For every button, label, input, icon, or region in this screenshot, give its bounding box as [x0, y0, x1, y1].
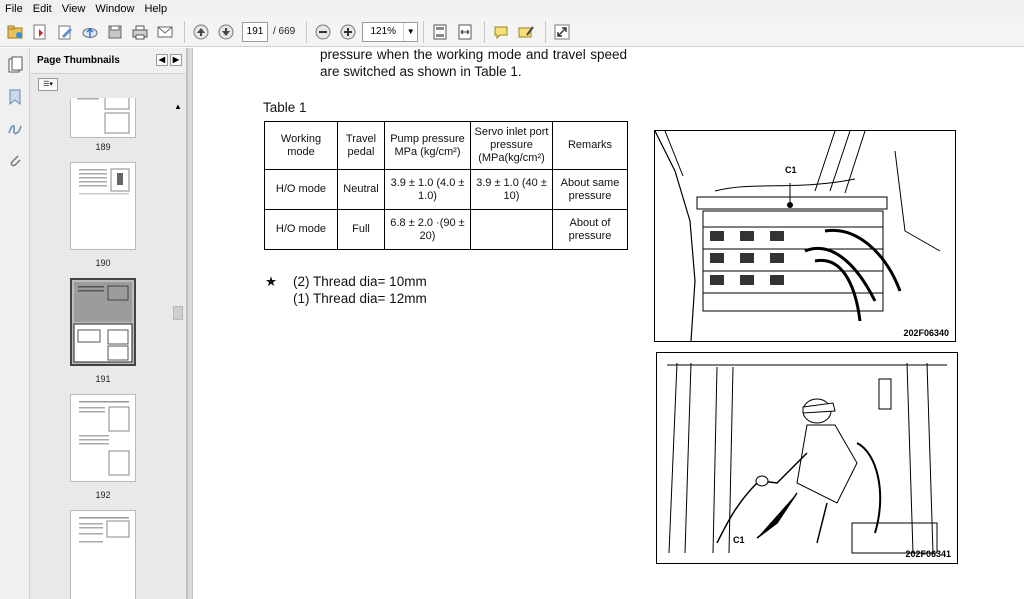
thumbnails-panel: Page Thumbnails ◀ ▶ ☰▾ 189 190 191 192 ▲: [30, 48, 187, 599]
cell-mode: H/O mode: [264, 209, 338, 250]
email-icon[interactable]: [154, 21, 176, 43]
panel-title: Page Thumbnails: [37, 55, 120, 66]
upload-cloud-icon[interactable]: [79, 21, 101, 43]
cell-pump: 6.8 ± 2.0 ·(90 ± 20): [384, 209, 471, 250]
edit-icon[interactable]: [54, 21, 76, 43]
thumbnail-label: 191: [95, 374, 111, 384]
figure-operator-cab: C1 202F06341: [656, 352, 958, 564]
figure1-code: 202F06340: [903, 328, 949, 338]
table-header-row: Working mode Travel pedal Pump pressure …: [264, 121, 628, 170]
comment-icon[interactable]: [490, 21, 512, 43]
thumbnail-options-icon[interactable]: ☰▾: [38, 77, 58, 91]
thumbnail-page-189[interactable]: [70, 98, 136, 138]
cell-remarks: About of pressure: [552, 209, 628, 250]
menu-bar: File Edit View Window Help: [0, 0, 1024, 17]
header-travel-pedal: Travel pedal: [337, 121, 385, 170]
page-total: / 669: [273, 26, 296, 37]
cell-mode: H/O mode: [264, 169, 338, 210]
collapse-panel-icon[interactable]: ◀: [156, 54, 168, 66]
toolbar-separator: [545, 20, 547, 43]
header-remarks: Remarks: [552, 121, 628, 170]
scrollbar-thumb[interactable]: [173, 306, 183, 320]
figure-valve-block: C1 202F06340: [654, 130, 956, 342]
thread-note: ★ (2) Thread dia= 10mm (1) Thread dia= 12…: [265, 273, 427, 307]
cell-pedal: Neutral: [337, 169, 385, 210]
figure2-code: 202F06341: [905, 549, 951, 559]
signatures-icon[interactable]: [6, 120, 24, 138]
zoom-value: 121%: [370, 26, 397, 37]
thumbnail-scrollbar[interactable]: ▲: [171, 98, 185, 599]
toolbar-separator: [484, 20, 486, 43]
open-icon[interactable]: [4, 21, 26, 43]
menu-help[interactable]: Help: [139, 3, 172, 15]
header-servo-pressure: Servo inlet port pressure (MPa(kg/cm²): [470, 121, 553, 170]
chevron-down-icon[interactable]: ▼: [403, 22, 417, 41]
next-page-icon[interactable]: [215, 21, 237, 43]
cell-remarks: About same pressure: [552, 169, 628, 210]
note-line-2: (1) Thread dia= 12mm: [293, 291, 427, 306]
thumbnail-page-192[interactable]: [70, 394, 136, 482]
highlight-icon[interactable]: [515, 21, 537, 43]
panel-header: Page Thumbnails ◀ ▶: [30, 48, 186, 74]
cell-pedal: Full: [337, 209, 385, 250]
thumbnail-page-191[interactable]: [70, 278, 136, 366]
header-pump-pressure: Pump pressure MPa (kg/cm²): [384, 121, 471, 170]
panel-options: ☰▾: [30, 74, 186, 94]
figure1-label: C1: [785, 165, 797, 175]
fit-width-icon[interactable]: [454, 21, 476, 43]
document-view: pressure when the working mode and trave…: [193, 48, 1024, 599]
zoom-select[interactable]: 121% ▼: [362, 21, 419, 42]
star-icon: ★: [265, 274, 278, 289]
toolbar: 191 / 669 121% ▼: [0, 17, 1024, 47]
previous-page-icon[interactable]: [190, 21, 212, 43]
cell-pump: 3.9 ± 1.0 (4.0 ± 1.0): [384, 169, 471, 210]
header-working-mode: Working mode: [264, 121, 338, 170]
fit-page-icon[interactable]: [429, 21, 451, 43]
table-title: Table 1: [263, 100, 307, 115]
thumbnail-list: 189 190 191 192: [30, 98, 171, 599]
toolbar-separator: [306, 20, 308, 43]
toolbar-separator: [184, 20, 185, 43]
thumbnail-page-190[interactable]: [70, 162, 136, 250]
table-row: H/O mode Full 6.8 ± 2.0 ·(90 ± 20) About…: [264, 209, 628, 250]
save-icon[interactable]: [104, 21, 126, 43]
zoom-out-icon[interactable]: [312, 21, 334, 43]
attachments-icon[interactable]: [6, 152, 24, 170]
thumbnail-label: 190: [95, 258, 111, 268]
toolbar-separator: [423, 20, 425, 43]
zoom-in-icon[interactable]: [337, 21, 359, 43]
menu-edit[interactable]: Edit: [28, 3, 57, 15]
table-row: H/O mode Neutral 3.9 ± 1.0 (4.0 ± 1.0) 3…: [264, 169, 628, 210]
bookmark-icon[interactable]: [6, 88, 24, 106]
cell-servo: 3.9 ± 1.0 (40 ± 10): [470, 169, 553, 210]
thumbnail-label: 192: [95, 490, 111, 500]
figure2-label: C1: [733, 535, 745, 545]
pressure-table: Working mode Travel pedal Pump pressure …: [264, 121, 628, 250]
menu-file[interactable]: File: [0, 3, 28, 15]
page-thumbnails-icon[interactable]: [6, 56, 24, 74]
expand-panel-icon[interactable]: ▶: [170, 54, 182, 66]
thumbnail-label: 189: [95, 142, 111, 152]
cell-servo: [470, 209, 553, 250]
page-number-input[interactable]: 191: [242, 21, 268, 42]
print-icon[interactable]: [129, 21, 151, 43]
menu-window[interactable]: Window: [90, 3, 139, 15]
scroll-up-icon[interactable]: ▲: [174, 102, 182, 111]
navigation-rail: [0, 48, 30, 599]
create-pdf-icon[interactable]: [29, 21, 51, 43]
menu-view[interactable]: View: [57, 3, 91, 15]
note-line-1: (2) Thread dia= 10mm: [293, 274, 427, 289]
thumbnail-page-193[interactable]: [70, 510, 136, 599]
expand-icon[interactable]: [551, 21, 573, 43]
intro-text: pressure when the working mode and trave…: [320, 48, 627, 79]
